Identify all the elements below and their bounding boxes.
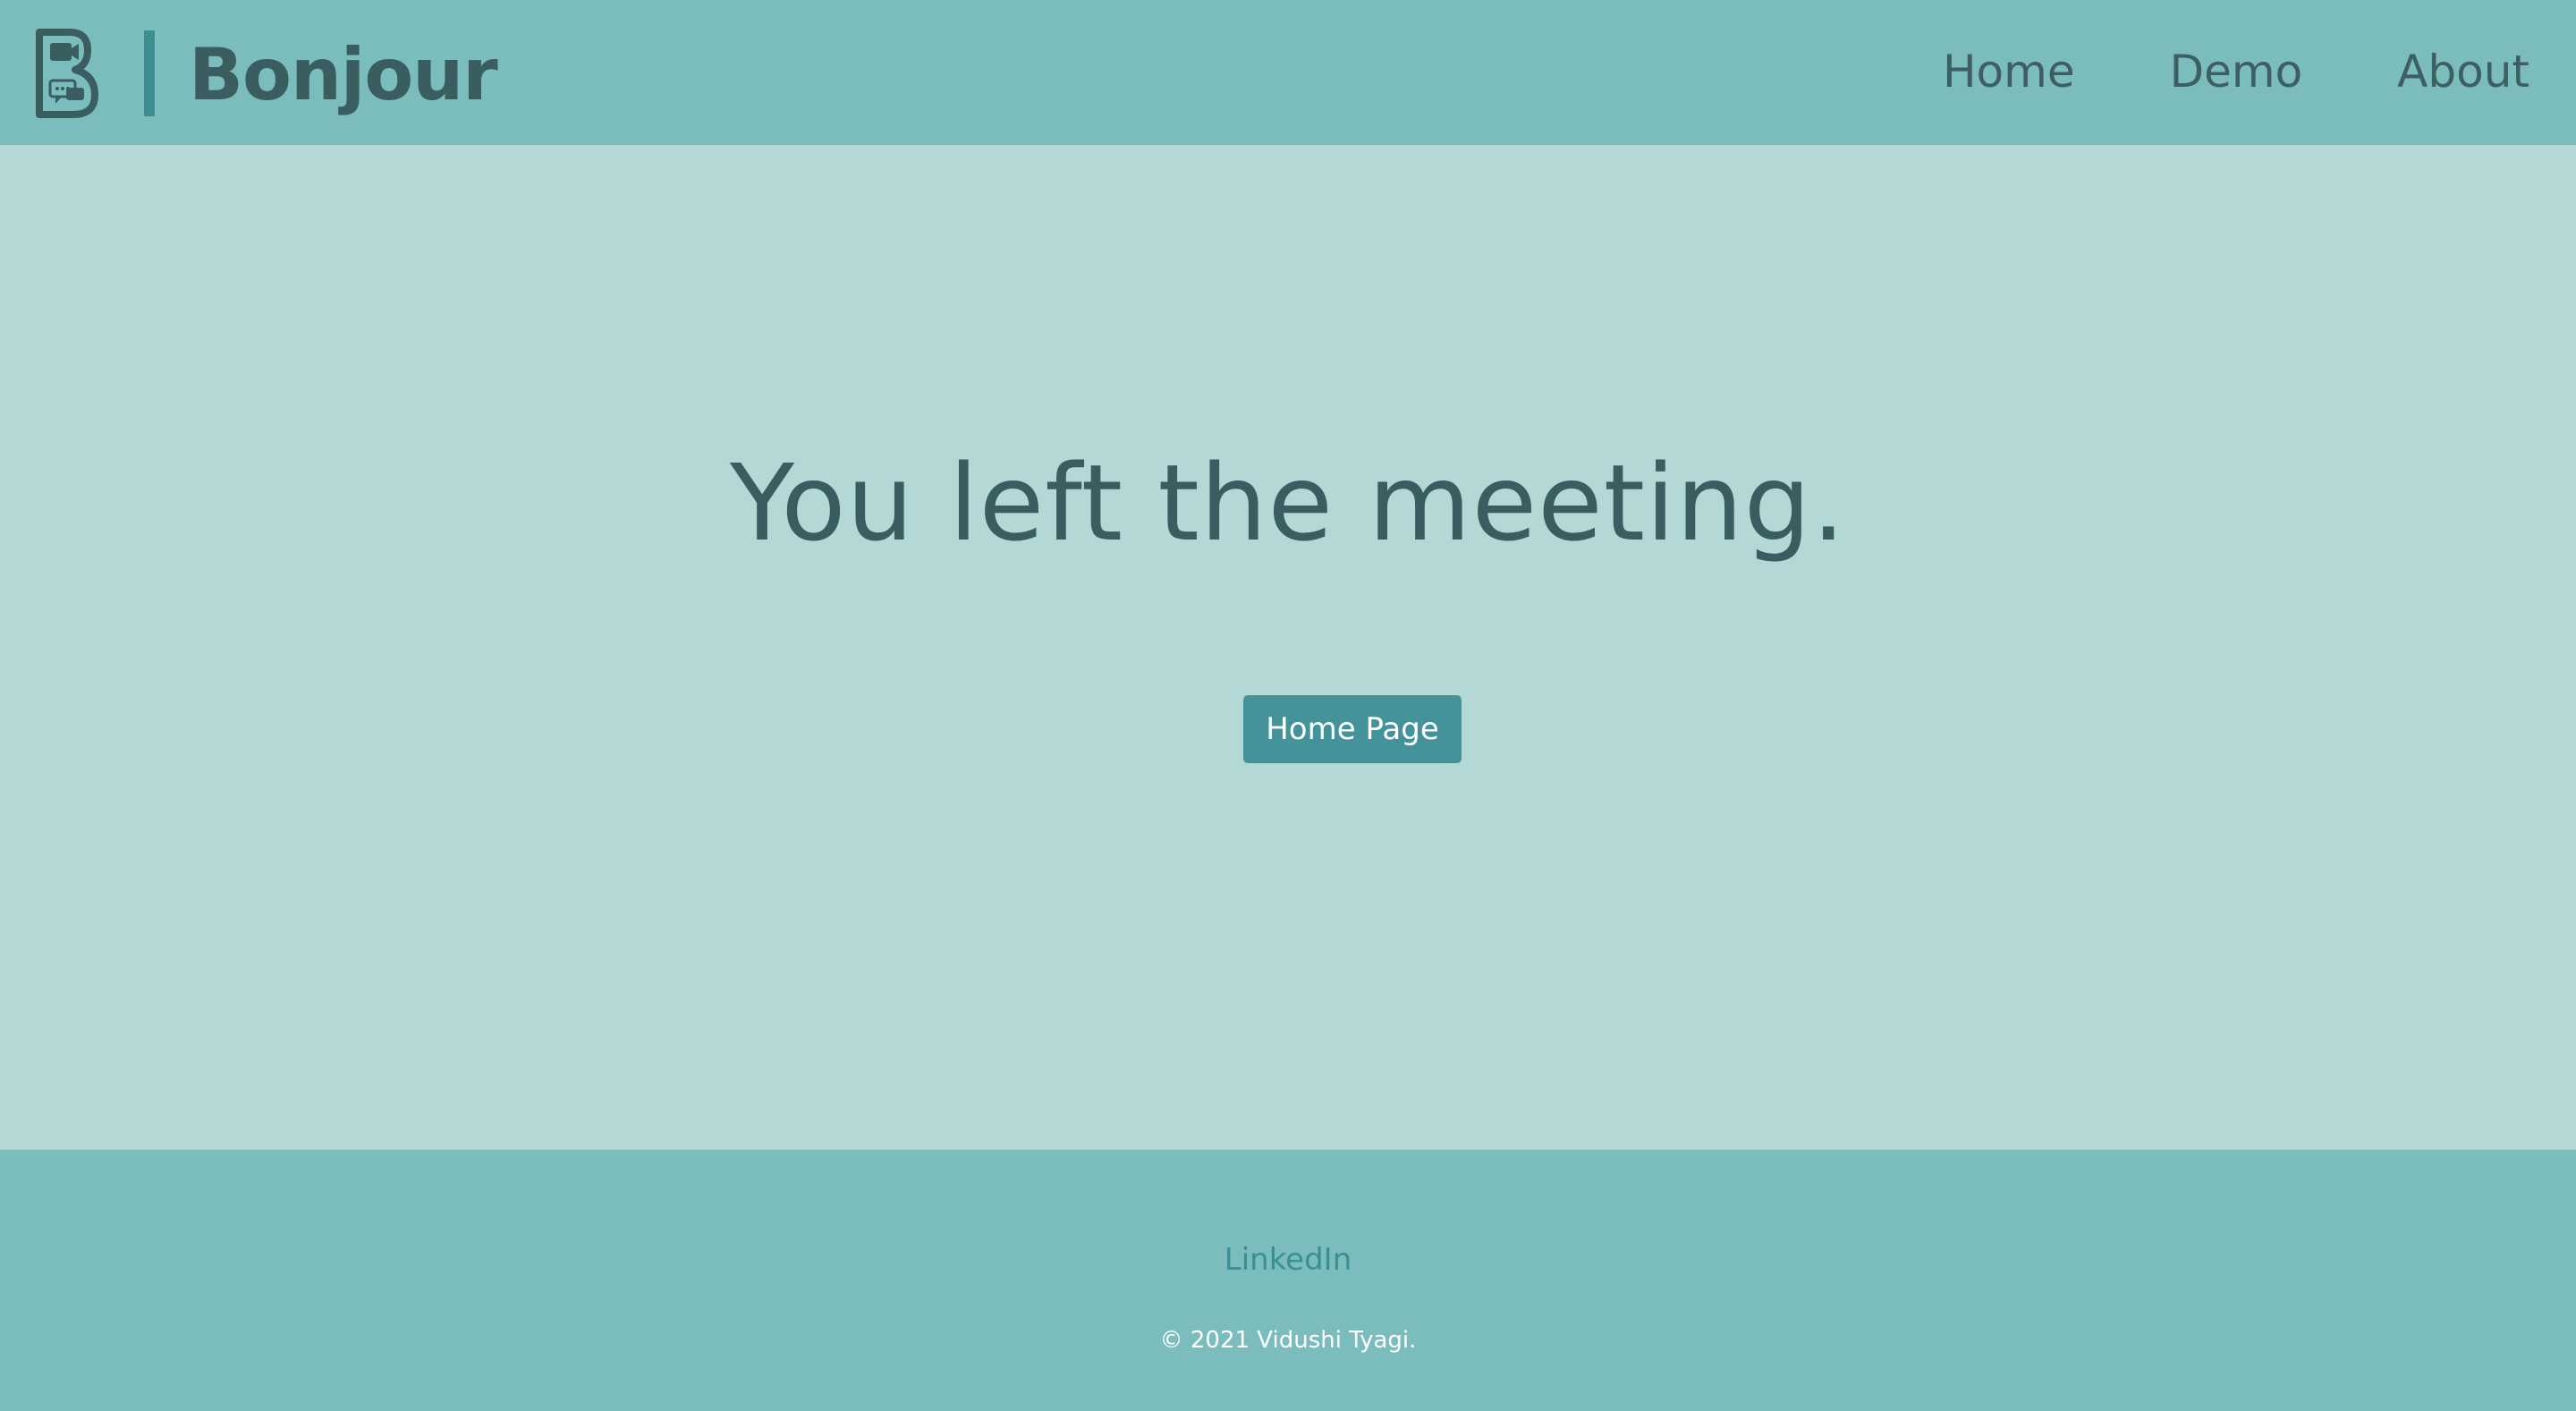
navbar: Bonjour Home Demo About <box>0 0 2576 145</box>
footer: LinkedIn © 2021 Vidushi Tyagi. <box>0 1150 2576 1411</box>
brand[interactable]: Bonjour <box>34 27 498 120</box>
main-content: You left the meeting. Home Page <box>0 145 2576 1150</box>
linkedin-link[interactable]: LinkedIn <box>0 1239 2576 1282</box>
nav-link-home[interactable]: Home <box>1943 39 2075 104</box>
home-page-button[interactable]: Home Page <box>1243 695 1462 763</box>
nav-link-demo[interactable]: Demo <box>2170 39 2303 104</box>
copyright-text: © 2021 Vidushi Tyagi. <box>1159 1327 1417 1354</box>
nav-links: Home Demo About <box>1943 39 2529 104</box>
b-video-chat-logo-icon <box>36 29 98 118</box>
nav-link-about[interactable]: About <box>2397 39 2529 104</box>
brand-divider <box>144 30 155 116</box>
brand-name: Bonjour <box>189 33 498 116</box>
meeting-left-headline: You left the meeting. <box>729 441 1847 565</box>
